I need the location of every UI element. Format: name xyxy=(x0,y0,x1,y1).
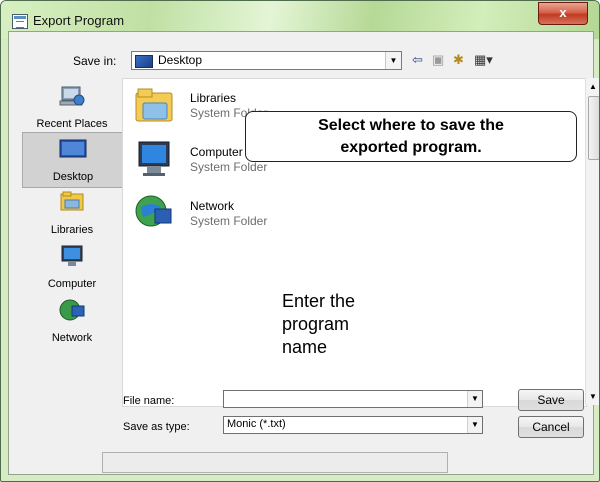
chevron-down-icon[interactable]: ▼ xyxy=(385,52,401,69)
place-computer[interactable]: Computer xyxy=(22,240,122,294)
recent-places-icon xyxy=(59,86,85,106)
app-icon xyxy=(12,14,28,29)
dialog-body: Save in: Desktop ▼ ⇦ ▣ ✱ ▦▾ Recent Place… xyxy=(8,31,599,475)
desktop-icon xyxy=(59,139,87,158)
file-type: System Folder xyxy=(190,214,268,228)
callout-save-location: Select where to save the exported progra… xyxy=(245,111,577,162)
export-program-dialog: Export Program x Save in: Desktop ▼ ⇦ ▣ … xyxy=(0,0,600,482)
vertical-scrollbar[interactable]: ▲ ▼ xyxy=(585,78,599,405)
save-button[interactable]: Save xyxy=(518,389,584,411)
file-name: Network xyxy=(190,199,235,213)
chevron-down-icon[interactable]: ▼ xyxy=(467,391,482,407)
libraries-icon xyxy=(60,191,84,211)
save-in-dropdown[interactable]: Desktop ▼ xyxy=(131,51,402,70)
close-button[interactable]: x xyxy=(538,2,588,25)
list-item[interactable]: Network System Folder xyxy=(133,193,383,235)
places-bar: Recent Places Desktop Libraries Computer… xyxy=(22,78,124,408)
note-line: name xyxy=(282,337,328,357)
up-folder-icon[interactable]: ▣ xyxy=(432,51,444,68)
back-arrow-icon[interactable]: ⇦ xyxy=(412,51,423,68)
file-type: System Folder xyxy=(190,160,268,174)
save-as-type-dropdown[interactable]: Monic (*.txt) ▼ xyxy=(223,416,483,434)
cancel-button[interactable]: Cancel xyxy=(518,416,584,438)
scroll-up-icon[interactable]: ▲ xyxy=(589,82,597,91)
place-desktop[interactable]: Desktop xyxy=(22,132,124,188)
note-line: Enter the xyxy=(282,291,356,311)
save-as-type-value: Monic (*.txt) xyxy=(227,418,286,430)
desktop-icon xyxy=(135,55,153,68)
callout-line: Select where to save the xyxy=(318,117,504,134)
note-line: program xyxy=(282,314,350,334)
save-in-label: Save in: xyxy=(73,54,117,68)
place-recent-places[interactable]: Recent Places xyxy=(22,80,122,134)
computer-icon xyxy=(138,141,170,176)
save-in-value: Desktop xyxy=(158,53,203,67)
place-label: Desktop xyxy=(52,171,94,183)
view-menu-icon[interactable]: ▦▾ xyxy=(474,51,493,68)
file-name: Computer xyxy=(190,145,243,159)
status-bar xyxy=(102,452,448,473)
file-name: Libraries xyxy=(190,91,237,105)
place-label: Network xyxy=(51,332,93,344)
scroll-down-icon[interactable]: ▼ xyxy=(589,392,597,401)
scrollbar-thumb[interactable] xyxy=(588,96,599,160)
callout-line: exported program. xyxy=(340,139,482,156)
place-libraries[interactable]: Libraries xyxy=(22,186,122,240)
libraries-icon xyxy=(135,88,173,122)
window-title: Export Program xyxy=(33,13,125,28)
file-name-input[interactable]: ▼ xyxy=(223,390,483,408)
save-as-type-label: Save as type: xyxy=(123,421,190,433)
file-name-label: File name: xyxy=(123,395,175,407)
chevron-down-icon[interactable]: ▼ xyxy=(467,417,482,433)
program-name-note: Enter the program name xyxy=(282,290,392,359)
place-label: Computer xyxy=(47,278,97,290)
place-label: Libraries xyxy=(50,224,94,236)
network-icon xyxy=(59,299,85,321)
computer-icon xyxy=(61,245,83,266)
new-folder-icon[interactable]: ✱ xyxy=(453,51,464,68)
place-label: Recent Places xyxy=(36,118,108,130)
network-icon xyxy=(135,195,172,227)
place-network[interactable]: Network xyxy=(22,294,122,348)
